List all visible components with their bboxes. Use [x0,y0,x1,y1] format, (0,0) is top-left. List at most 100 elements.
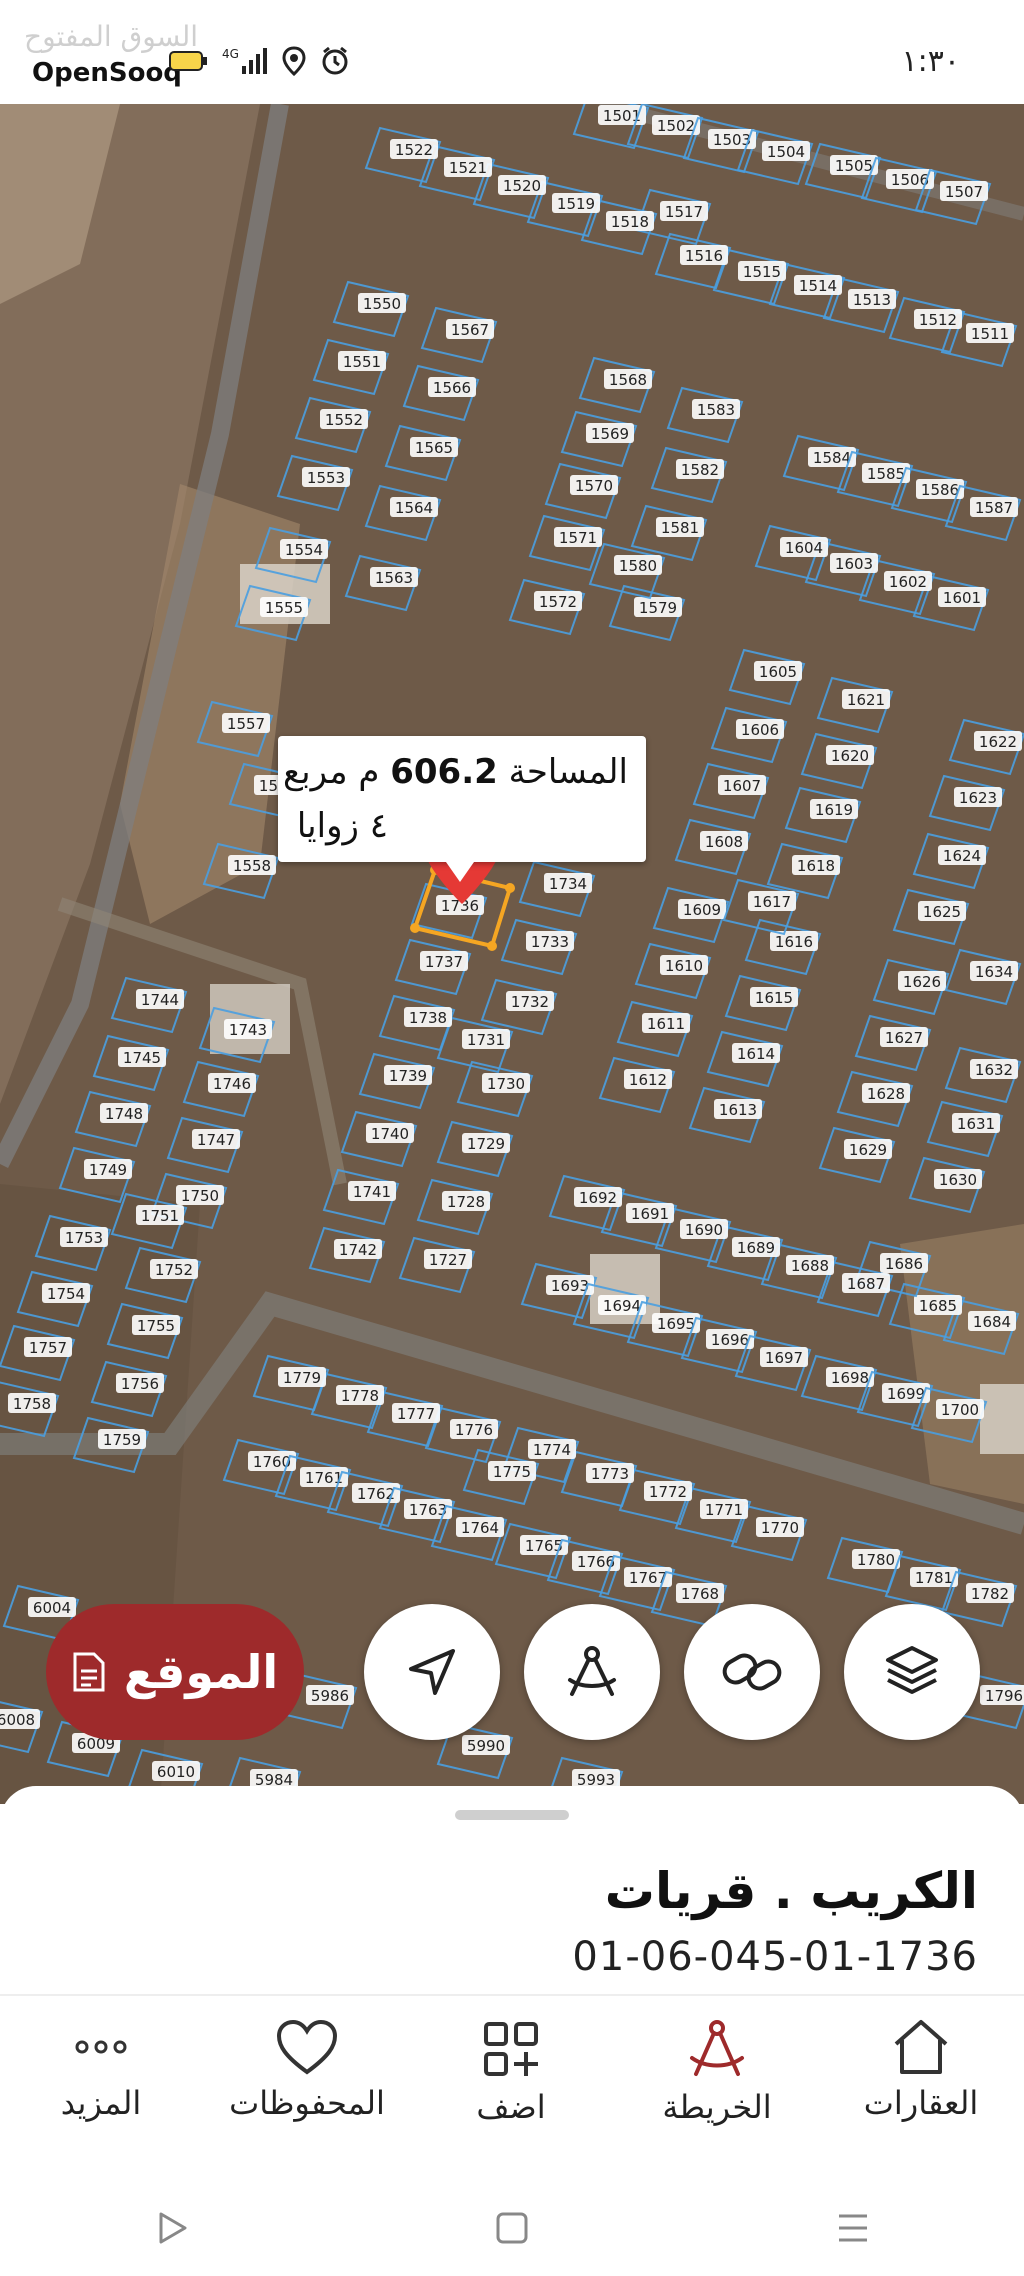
plot-number-label: 1569 [591,425,629,443]
plot-number-label: 1626 [903,973,941,991]
plot-number-label: 1571 [559,529,597,547]
nav-add[interactable]: اضف [416,2018,606,2126]
plot-number-label: 1557 [227,715,265,733]
plot-number-label: 1688 [791,1257,829,1275]
plot-number-label: 1740 [371,1125,409,1143]
plot-number-label: 1551 [343,353,381,371]
plot-number-label: 1738 [409,1009,447,1027]
nav-more[interactable]: المزيد [6,2018,196,2122]
plot-number-label: 1582 [681,461,719,479]
system-nav-bar [0,2180,1024,2276]
plot-code: 01-06-045-01-1736 [572,1934,978,1980]
plot-number-label: 1632 [975,1061,1013,1079]
plot-number-label: 6004 [33,1599,71,1617]
plot-number-label: 5990 [467,1737,505,1755]
satellite-map[interactable]: 1501 1502 1503 1504 1505 1506 1507 1511 1512 1513… [0,104,1024,1804]
nav-real-estate[interactable]: العقارات [826,2018,1016,2122]
plot-number-label: 1614 [737,1045,775,1063]
plot-number-label: 1629 [849,1141,887,1159]
plot-number-label: 1625 [923,903,961,921]
brand-logo-text: OpenSooq [26,56,188,90]
nav-label: العقارات [863,2084,979,2122]
plot-number-label: 1729 [467,1135,505,1153]
layers-button[interactable] [844,1604,980,1740]
plot-number-label: 1515 [743,263,781,281]
plot-number-label: 1634 [975,963,1013,981]
map-canvas[interactable]: 1501150215031504150515061507151115121513… [0,104,1024,1804]
plot-number-label: 1563 [375,569,413,587]
plot-number-label: 5986 [311,1687,349,1705]
plot-number-label: 1565 [415,439,453,457]
plot-number-label: 1757 [29,1339,67,1357]
map-compass-icon [690,2020,744,2076]
plot-number-label: 1607 [723,777,761,795]
link-icon [722,1653,782,1691]
link-button[interactable] [684,1604,820,1740]
navigate-button[interactable] [364,1604,500,1740]
plot-number-label: 1517 [665,203,703,221]
svg-text:4G: 4G [222,47,239,61]
plot-number-label: 1698 [831,1369,869,1387]
plot-number-label: 1777 [397,1405,435,1423]
status-bar: السوق المفتوح OpenSooq 4G ١:٣٠ [0,0,1024,104]
plot-number-label: 1770 [761,1519,799,1537]
plot-number-label: 1566 [433,379,471,397]
plot-number-label: 1512 [919,311,957,329]
plot-number-label: 1751 [141,1207,179,1225]
more-dots-icon [75,2040,127,2054]
plot-number-label: 1689 [737,1239,775,1257]
plot-number-label: 1628 [867,1085,905,1103]
plot-number-label: 1583 [697,401,735,419]
plot-number-label: 1755 [137,1317,175,1335]
nav-saved[interactable]: المحفوظات [212,2018,402,2122]
plot-number-label: 1743 [229,1021,267,1039]
document-icon [73,1652,105,1692]
plot-number-label: 1779 [283,1369,321,1387]
back-triangle-icon[interactable] [151,2208,191,2248]
measure-button[interactable] [524,1604,660,1740]
plot-number-label: 1610 [665,957,703,975]
plot-number-label: 1731 [467,1031,505,1049]
plot-number-label: 1699 [887,1385,925,1403]
plot-number-label: 1617 [753,893,791,911]
plot-number-label: 1692 [579,1189,617,1207]
plot-number-label: 1555 [265,599,303,617]
plot-number-label: 1624 [943,847,981,865]
location-button[interactable]: الموقع [46,1604,304,1740]
plot-number-label: 1504 [767,143,805,161]
nav-label: المزيد [60,2084,142,2122]
plot-number-label: 1775 [493,1463,531,1481]
plot-number-label: 1567 [451,321,489,339]
plot-number-label: 1734 [549,875,587,893]
plot-number-label: 1580 [619,557,657,575]
plot-number-label: 1727 [429,1251,467,1269]
plot-number-label: 1608 [705,833,743,851]
location-button-label: الموقع [123,1645,279,1699]
plot-number-label: 1518 [611,213,649,231]
navigation-arrow-icon [409,1649,455,1695]
plot-number-label: 1774 [533,1441,571,1459]
plot-number-label: 1604 [785,539,823,557]
heart-icon [276,2019,338,2075]
home-square-icon[interactable] [492,2208,532,2248]
plot-number-label: 1750 [181,1187,219,1205]
plot-number-label: 1586 [921,481,959,499]
plot-number-label: 1764 [461,1519,499,1537]
plot-number-label: 1753 [65,1229,103,1247]
plot-number-label: 1631 [957,1115,995,1133]
plot-number-label: 1739 [389,1067,427,1085]
plot-number-label: 1697 [765,1349,803,1367]
plot-number-label: 1778 [341,1387,379,1405]
plot-corner-marker [505,883,515,893]
plot-number-label: 1612 [629,1071,667,1089]
plot-number-label: 1730 [487,1075,525,1093]
plot-number-label: 1759 [103,1431,141,1449]
plot-number-label: 1605 [759,663,797,681]
recent-apps-icon[interactable] [833,2208,873,2248]
sheet-drag-handle[interactable] [455,1810,569,1820]
plot-number-label: 1746 [213,1075,251,1093]
plot-number-label: 1744 [141,991,179,1009]
plot-number-label: 1609 [683,901,721,919]
nav-map[interactable]: الخريطة [622,2018,812,2126]
plot-number-label: 1585 [867,465,905,483]
